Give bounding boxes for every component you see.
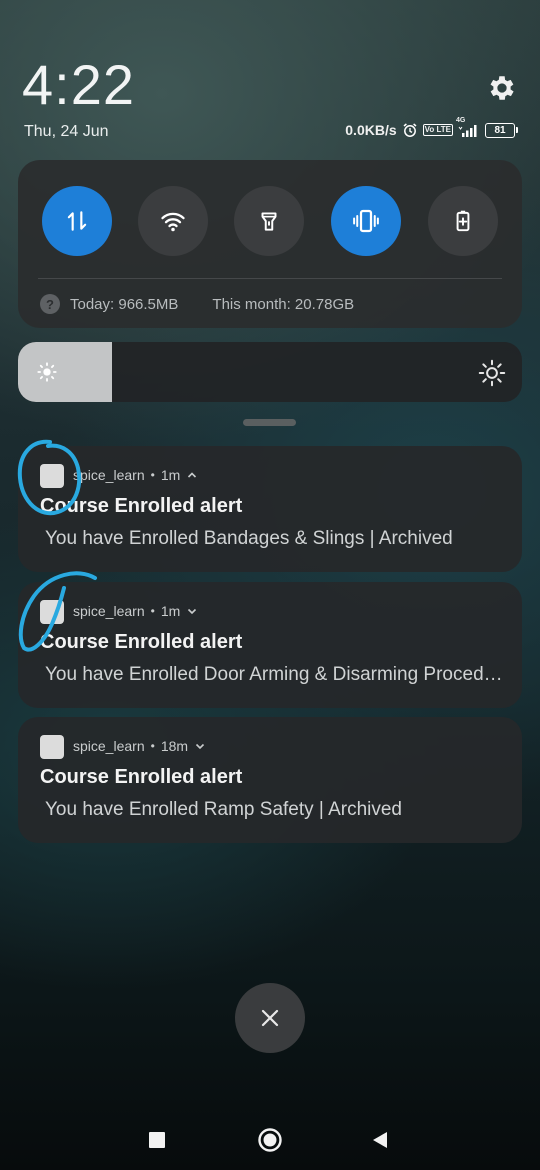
brightness-high-icon <box>478 359 506 387</box>
flashlight-toggle[interactable] <box>234 186 304 256</box>
network-speed: 0.0KB/s <box>345 122 397 138</box>
notification-time: 1m <box>160 603 181 619</box>
notification-title: Course Enrolled alert <box>40 766 243 788</box>
app-icon <box>40 735 64 759</box>
battery-saver-icon <box>456 210 470 232</box>
date[interactable]: Thu, 24 Jun <box>24 123 109 141</box>
wifi-icon <box>161 212 185 232</box>
notification-card[interactable]: spice_learn • 1m Course Enrolled alert Y… <box>18 446 522 572</box>
navigation-bar <box>0 1110 540 1170</box>
brightness-level-fill[interactable] <box>18 342 112 402</box>
notification-time: 18m <box>160 738 189 754</box>
battery-level: 81 <box>485 122 515 138</box>
back-button[interactable] <box>364 1124 396 1156</box>
status-bar-icons: 0.0KB/s Vo LTE 4G 81 <box>345 117 518 138</box>
alarm-icon <box>403 123 417 137</box>
battery-saver-toggle[interactable] <box>428 186 498 256</box>
battery-icon: 81 <box>485 122 518 138</box>
mobile-data-icon <box>67 211 87 231</box>
mobile-data-toggle[interactable] <box>42 186 112 256</box>
panel-drag-handle[interactable] <box>243 419 296 426</box>
data-usage-month: This month: 20.78GB <box>212 295 355 313</box>
notification-title: Course Enrolled alert <box>40 495 243 517</box>
notification-title: Course Enrolled alert <box>40 631 243 653</box>
brightness-slider[interactable] <box>18 342 522 402</box>
signal-icon: 4G <box>456 117 480 137</box>
notification-header: spice_learn • 1m <box>73 603 198 619</box>
separator-dot: • <box>150 468 155 482</box>
chevron-down-icon[interactable] <box>186 605 198 617</box>
notification-text: You have Enrolled Door Arming & Disarmin… <box>45 664 505 685</box>
app-icon <box>40 600 64 624</box>
clear-all-button[interactable] <box>235 983 305 1053</box>
notification-time: 1m <box>160 467 181 483</box>
app-name: spice_learn <box>73 738 145 754</box>
wifi-toggle[interactable] <box>138 186 208 256</box>
separator-dot: • <box>150 739 155 753</box>
vibrate-toggle[interactable] <box>331 186 401 256</box>
notification-text: You have Enrolled Ramp Safety | Archived <box>45 799 403 820</box>
recents-button[interactable] <box>141 1124 173 1156</box>
chevron-down-icon[interactable] <box>194 740 206 752</box>
help-icon: ? <box>40 294 60 314</box>
data-usage-today: Today: 966.5MB <box>70 295 179 313</box>
clock[interactable]: 4:22 <box>22 52 135 117</box>
volte-icon: Vo LTE <box>422 124 453 136</box>
vibrate-icon <box>353 209 379 233</box>
divider <box>38 278 502 279</box>
close-icon <box>261 1009 279 1027</box>
app-icon <box>40 464 64 488</box>
flashlight-icon <box>261 212 277 231</box>
notification-card[interactable]: spice_learn • 18m Course Enrolled alert … <box>18 717 522 843</box>
notification-text: You have Enrolled Bandages & Slings | Ar… <box>45 528 453 549</box>
app-name: spice_learn <box>73 467 145 483</box>
settings-gear-icon[interactable] <box>486 72 518 104</box>
brightness-low-icon <box>37 362 57 382</box>
notification-card[interactable]: spice_learn • 1m Course Enrolled alert Y… <box>18 582 522 708</box>
data-usage[interactable]: ? Today: 966.5MB This month: 20.78GB <box>40 294 354 314</box>
circle-icon <box>258 1128 282 1152</box>
quick-settings-panel: ? Today: 966.5MB This month: 20.78GB <box>18 160 522 328</box>
chevron-up-icon[interactable] <box>186 469 198 481</box>
network-type: 4G <box>456 117 466 124</box>
home-button[interactable] <box>254 1124 286 1156</box>
square-icon <box>149 1132 165 1148</box>
notification-header: spice_learn • 1m <box>73 467 198 483</box>
triangle-back-icon <box>373 1132 387 1148</box>
separator-dot: • <box>150 604 155 618</box>
notification-header: spice_learn • 18m <box>73 738 206 754</box>
app-name: spice_learn <box>73 603 145 619</box>
